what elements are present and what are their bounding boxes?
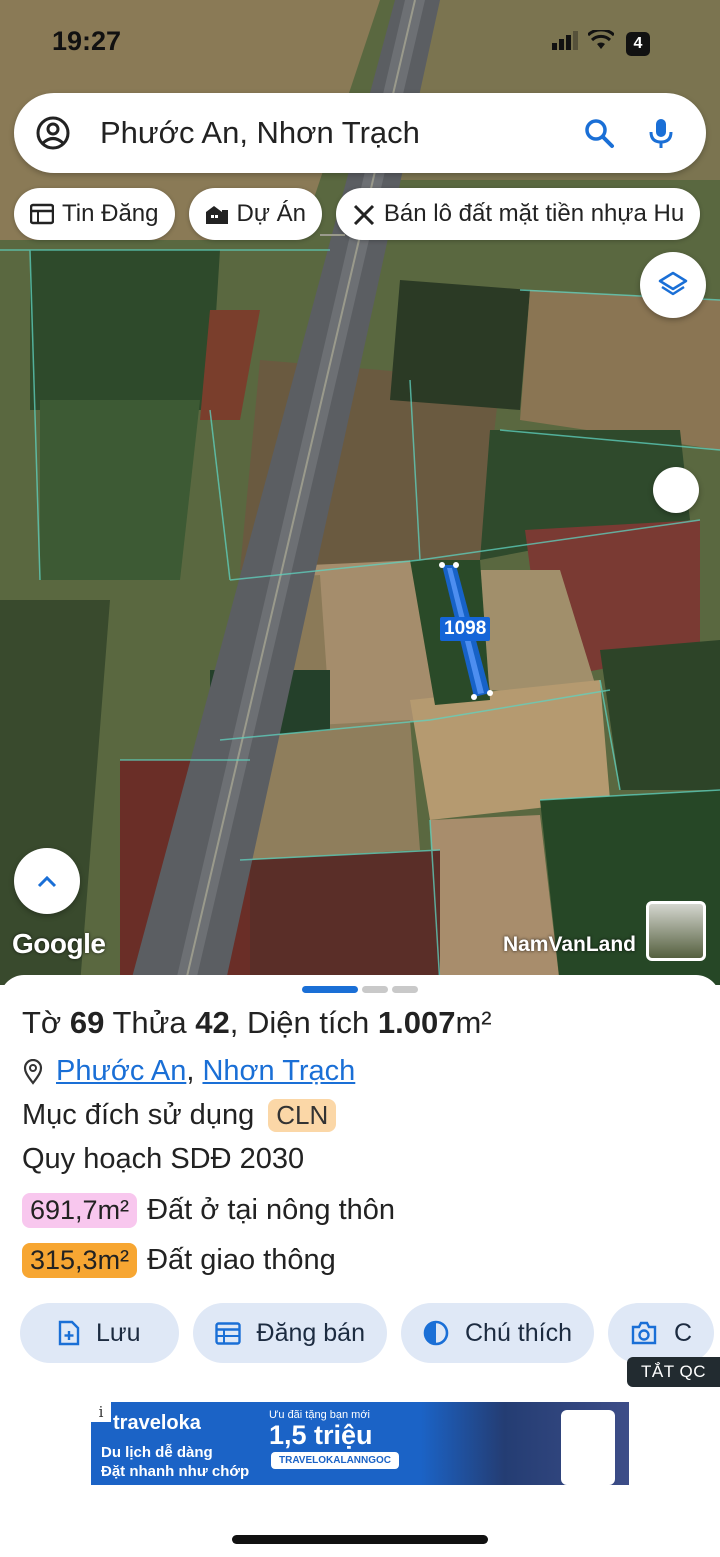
expand-sheet-button[interactable]: [14, 848, 80, 914]
chip-label: Bán lô đất mặt tiền nhựa Hu: [383, 200, 685, 227]
save-button[interactable]: Lưu: [20, 1303, 179, 1363]
ad-line-2: Đặt nhanh như chớp: [101, 1463, 250, 1480]
save-icon: [58, 1320, 80, 1346]
pager-dot: [392, 986, 418, 993]
plot-number: 42: [195, 1005, 230, 1040]
parcel-number-label[interactable]: 1098: [440, 617, 491, 641]
action-buttons: Lưu Đăng bán Chú thích C: [20, 1303, 715, 1363]
status-icons: [552, 30, 614, 50]
chip-ban-lo-dat[interactable]: Bán lô đất mặt tiền nhựa Hu: [335, 188, 701, 240]
tools-icon: [353, 204, 374, 225]
map-view[interactable]: 1098 19:27 4 Phước An, Nhơn Trạch Tin Đă…: [0, 0, 720, 985]
parcel-title: Tờ 69 Thửa 42, Diện tích 1.007m²: [22, 1005, 492, 1041]
parcel-location: Phước An, Nhơn Trạch: [22, 1055, 355, 1088]
ad-phone-image: [561, 1410, 615, 1485]
sheet-pager[interactable]: [302, 986, 418, 993]
usage-label: Mục đích sử dụng: [22, 1099, 255, 1131]
ad-banner[interactable]: i traveloka Du lịch dễ dàng Đặt nhanh nh…: [91, 1402, 629, 1485]
plan-area-badge: 315,3m²: [22, 1243, 138, 1278]
listing-icon: [30, 203, 54, 225]
watermark-text: NamVanLand: [502, 933, 636, 956]
legend-icon: [423, 1320, 449, 1346]
search-icon[interactable]: [582, 116, 616, 150]
usage-code-badge: CLN: [268, 1099, 337, 1132]
plan-item: 315,3m² Đất giao thông: [22, 1243, 336, 1278]
district-link[interactable]: Nhơn Trạch: [202, 1055, 355, 1088]
legend-button[interactable]: Chú thích: [400, 1303, 594, 1363]
chip-tin-dang[interactable]: Tin Đăng: [14, 188, 175, 240]
area-value: 1.007: [377, 1005, 456, 1040]
ad-info-icon[interactable]: i: [91, 1402, 111, 1422]
post-for-sale-button[interactable]: Đăng bán: [192, 1303, 387, 1363]
camera-icon: [631, 1321, 657, 1345]
ward-link[interactable]: Phước An: [56, 1055, 186, 1088]
ad-brand: traveloka: [113, 1412, 201, 1434]
filter-chips: Tin Đăng Dự Án Bán lô đất mặt tiền nhựa …: [14, 188, 701, 240]
parcel-info-sheet: Tờ 69 Thửa 42, Diện tích 1.007m² Phước A…: [0, 975, 720, 1557]
google-logo: Google: [12, 928, 106, 959]
opacity-slider-handle[interactable]: [653, 467, 699, 513]
plan-heading: Quy hoạch SDĐ 2030: [22, 1143, 305, 1175]
close-ads-button[interactable]: TẮT QC: [626, 1357, 720, 1387]
plan-item: 691,7m² Đất ở tại nông thôn: [22, 1193, 395, 1228]
chevron-up-icon: [37, 875, 57, 888]
ad-line-1: Du lịch dễ dàng: [101, 1444, 213, 1461]
action-label: C: [674, 1318, 693, 1347]
plot-label: Thửa: [112, 1005, 187, 1040]
project-icon: [205, 206, 228, 224]
sheet-label: Tờ: [22, 1005, 62, 1040]
location-pin-icon: [23, 1058, 43, 1085]
area-unit: m²: [455, 1005, 492, 1040]
battery-icon: 4: [626, 32, 650, 56]
search-bar[interactable]: Phước An, Nhơn Trạch: [14, 93, 706, 173]
signal-icon: [552, 31, 578, 50]
status-time: 19:27: [52, 26, 122, 56]
action-label: Chú thích: [464, 1318, 572, 1347]
layers-icon: [658, 271, 688, 296]
action-label: Đăng bán: [256, 1318, 365, 1347]
area-label: , Diện tích: [229, 1005, 370, 1040]
status-bar: 19:27 4: [0, 26, 720, 60]
plan-item-label: Đất ở tại nông thôn: [147, 1194, 396, 1226]
calendar-icon: [214, 1322, 241, 1345]
ad-amount: 1,5 triệu: [269, 1420, 373, 1450]
ad-code: TRAVELOKALANNGOC: [271, 1452, 400, 1469]
action-label: Lưu: [96, 1318, 141, 1347]
wifi-icon: [588, 30, 614, 49]
pager-dot-active: [302, 986, 358, 993]
microphone-icon[interactable]: [644, 116, 678, 150]
home-indicator[interactable]: [232, 1535, 488, 1544]
chip-label: Tin Đăng: [62, 200, 159, 227]
sheet-number: 69: [69, 1005, 105, 1040]
chip-label: Dự Án: [236, 200, 306, 227]
pager-dot: [362, 986, 388, 993]
plan-area-badge: 691,7m²: [22, 1193, 138, 1228]
plan-item-label: Đất giao thông: [147, 1244, 336, 1276]
camera-button[interactable]: C: [608, 1303, 715, 1363]
layers-button[interactable]: [640, 252, 706, 318]
account-icon[interactable]: [36, 116, 70, 150]
streetview-thumbnail[interactable]: [646, 901, 706, 961]
chip-du-an[interactable]: Dự Án: [188, 188, 322, 240]
location-separator: ,: [186, 1055, 195, 1087]
search-input[interactable]: Phước An, Nhơn Trạch: [100, 115, 582, 151]
usage-row: Mục đích sử dụng CLN: [22, 1099, 337, 1132]
